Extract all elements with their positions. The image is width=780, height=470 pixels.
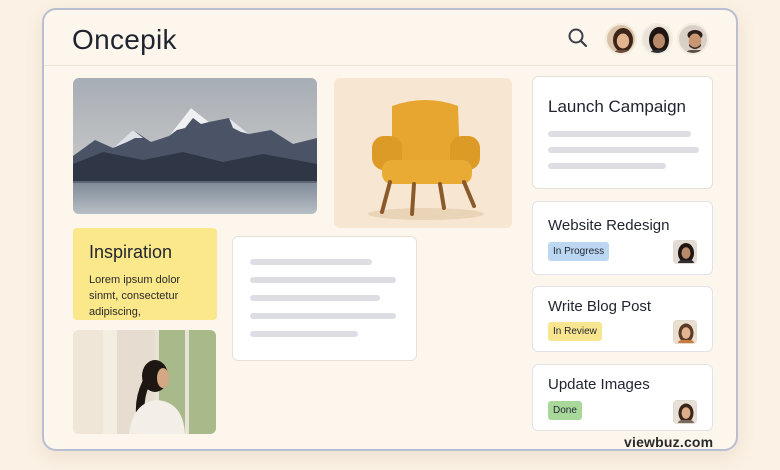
placeholder-line [250,313,396,319]
avatar[interactable] [641,23,673,55]
avatar [673,240,697,264]
sticky-body: Lorem ipsum dolor sinmt, consectetur adi… [89,274,181,318]
chair-image[interactable] [334,78,512,228]
task-card[interactable]: Website Redesign In Progress [532,201,713,275]
avatar[interactable] [605,23,637,55]
app-title: Oncepik [72,24,177,55]
avatar [673,400,697,424]
placeholder-line [548,147,699,153]
text-card[interactable] [232,236,417,361]
placeholder-line [548,131,691,137]
campaign-card[interactable]: Launch Campaign [532,76,713,189]
status-badge: In Review [548,322,602,341]
status-badge: In Progress [548,242,610,261]
avatar[interactable] [677,23,709,55]
status-badge: Done [548,401,582,420]
campaign-title: Launch Campaign [548,97,686,116]
avatar [673,320,697,344]
search-icon[interactable] [566,26,590,50]
placeholder-line [250,277,396,283]
woman-window-image[interactable] [73,330,216,434]
task-title: Update Images [548,376,650,393]
watermark: viewbuz.com [624,434,714,450]
placeholder-line [250,331,358,337]
placeholder-line [250,295,380,301]
task-card[interactable]: Write Blog Post In Review [532,286,713,352]
top-bar: Oncepik [44,10,736,66]
task-title: Write Blog Post [548,298,652,315]
app-window: Oncepik Launch Campaign Inspiration Lore… [42,8,738,451]
placeholder-line [250,259,372,265]
task-card[interactable]: Update Images Done [532,364,713,431]
task-title: Website Redesign [548,217,670,234]
sticky-note[interactable]: Inspiration Lorem ipsum dolor sinmt, con… [73,228,217,320]
mountain-image[interactable] [73,78,317,214]
placeholder-line [548,163,666,169]
sticky-title: Inspiration [89,242,173,262]
